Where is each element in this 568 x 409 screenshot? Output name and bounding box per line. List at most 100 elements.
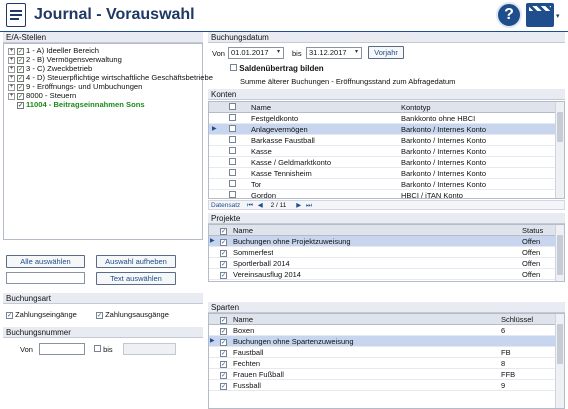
checkbox[interactable]: ✓ <box>17 47 24 55</box>
column-header-name[interactable]: Name <box>251 102 271 113</box>
checkbox[interactable]: ✓ <box>17 65 24 73</box>
expand-icon[interactable]: + <box>8 47 15 55</box>
tree-item[interactable]: + ✓ 2 - B) Vermögensverwaltung <box>8 55 122 64</box>
table-row[interactable]: Kasse Barkonto / Internes Konto <box>209 146 555 157</box>
select-all-button[interactable]: Alle auswählen <box>6 255 85 268</box>
buchungsnummer-bis-checkbox[interactable]: bis <box>94 345 113 354</box>
column-header-name[interactable]: Name <box>233 314 253 325</box>
konten-grid[interactable]: Name Kontotyp Festgeldkonto Bankkonto ohn… <box>208 101 565 199</box>
datum-bis-input[interactable]: 31.12.2017 <box>306 47 362 59</box>
calendar-icon[interactable]: ▾ <box>355 48 358 55</box>
previous-record-icon[interactable]: ◀ <box>258 202 263 209</box>
checkbox[interactable]: ✓ <box>220 339 227 346</box>
zahlungsausgaenge-checkbox[interactable]: ✓ Zahlungsausgänge <box>96 310 169 319</box>
checkbox[interactable] <box>229 125 236 132</box>
checkbox[interactable] <box>94 345 101 352</box>
text-filter-input[interactable] <box>6 272 85 284</box>
checkbox[interactable] <box>229 191 236 198</box>
vorjahr-button[interactable]: Vorjahr <box>368 46 404 59</box>
checkbox[interactable]: ✓ <box>220 328 227 335</box>
checkbox[interactable] <box>229 147 236 154</box>
table-row[interactable]: ✓ Sportlerball 2014 Offen <box>209 258 555 269</box>
column-header-kontotyp[interactable]: Kontotyp <box>401 102 431 113</box>
table-row[interactable]: ✓ Sommerfest Offen <box>209 247 555 258</box>
ea-stellen-tree[interactable]: + ✓ 1 - A) Ideeller Bereich + ✓ 2 - B) Vermö… <box>3 43 213 240</box>
deselect-button[interactable]: Auswahl aufheben <box>96 255 176 268</box>
checkbox[interactable]: ✓ <box>17 101 24 109</box>
table-row[interactable]: ▶ ✓ Buchungen ohne Spartenzuweisung <box>209 336 555 347</box>
header-checkbox[interactable]: ✓ <box>220 225 227 236</box>
buchungsnummer-von-input[interactable] <box>39 343 85 355</box>
zahlungseingaenge-checkbox[interactable]: ✓ Zahlungseingänge <box>6 310 77 319</box>
checkbox[interactable]: ✓ <box>220 383 227 390</box>
checkbox[interactable] <box>229 114 236 121</box>
konten-scrollbar[interactable] <box>555 102 564 198</box>
expand-icon[interactable]: + <box>8 56 15 64</box>
checkbox[interactable]: ✓ <box>17 56 24 64</box>
tree-item[interactable]: ✓ 11004 - Beitragseinnahmen Sons <box>17 100 145 109</box>
header-checkbox[interactable] <box>229 102 236 113</box>
checkbox[interactable]: ✓ <box>220 350 227 357</box>
table-row[interactable]: Tor Barkonto / Internes Konto <box>209 179 555 190</box>
table-row[interactable]: ✓ Faustball FB <box>209 347 555 358</box>
checkbox[interactable] <box>229 180 236 187</box>
select-text-button[interactable]: Text auswählen <box>96 272 176 285</box>
checkbox[interactable] <box>229 136 236 143</box>
table-row[interactable]: ▶ ✓ Buchungen ohne Projektzuweisung Offen <box>209 236 555 247</box>
tree-item[interactable]: + ✓ 8000 - Steuern <box>8 91 76 100</box>
table-row[interactable]: Barkasse Faustball Barkonto / Internes Ko… <box>209 135 555 146</box>
projekte-grid[interactable]: ✓ Name Status ▶ ✓ Buchungen ohne Projektzu… <box>208 224 565 282</box>
checkbox[interactable]: ✓ <box>220 250 227 257</box>
checkbox[interactable]: ✓ <box>220 261 227 268</box>
clapperboard-icon[interactable] <box>526 3 554 27</box>
checkbox[interactable]: ✓ <box>17 92 24 100</box>
saldenuebertrag-checkbox[interactable]: Saldenübertrag bilden <box>230 64 324 73</box>
checkbox[interactable]: ✓ <box>96 312 103 319</box>
buchungsnummer-bis-input <box>123 343 176 355</box>
table-row[interactable]: Kasse Tennisheim Barkonto / Internes Kont… <box>209 168 555 179</box>
checkbox[interactable]: ✓ <box>17 74 24 82</box>
column-header-schluessel[interactable]: Schlüssel <box>501 314 533 325</box>
expand-icon[interactable]: + <box>8 92 15 100</box>
next-record-icon[interactable]: ▶ <box>296 202 301 209</box>
sparten-scrollbar[interactable] <box>555 314 564 408</box>
last-record-icon[interactable]: ⏭ <box>306 202 312 209</box>
tree-item[interactable]: + ✓ 9 - Eröffnungs- und Umbuchungen <box>8 82 142 91</box>
ea-stellen-label: E/A-Stellen <box>3 32 203 43</box>
checkbox[interactable] <box>229 169 236 176</box>
expand-icon[interactable]: + <box>8 65 15 73</box>
expand-icon[interactable]: + <box>8 74 15 82</box>
checkbox[interactable]: ✓ <box>220 239 227 246</box>
chevron-down-icon[interactable]: ▾ <box>556 12 560 20</box>
table-row[interactable]: ✓ Fechten 8 <box>209 358 555 369</box>
tree-item[interactable]: + ✓ 4 - D) Steuerpflichtige wirtschaftlich… <box>8 73 213 82</box>
table-row[interactable]: ✓ Frauen Fußball FFB <box>209 369 555 380</box>
sparten-grid[interactable]: ✓ Name Schlüssel ✓ Boxen 6 ▶ ✓ Buchungen ohn… <box>208 313 565 409</box>
checkbox[interactable]: ✓ <box>6 312 13 319</box>
tree-item[interactable]: + ✓ 3 - C) Zweckbetrieb <box>8 64 92 73</box>
table-row[interactable]: Kasse / Geldmarktkonto Barkonto / Interne… <box>209 157 555 168</box>
checkbox[interactable] <box>229 158 236 165</box>
column-header-status[interactable]: Status <box>522 225 543 236</box>
datum-bis-label: bis <box>292 49 302 58</box>
table-row[interactable]: Festgeldkonto Bankkonto ohne HBCI <box>209 113 555 124</box>
checkbox[interactable] <box>230 64 237 71</box>
table-row[interactable]: ✓ Boxen 6 <box>209 325 555 336</box>
projekte-scrollbar[interactable] <box>555 225 564 281</box>
tree-item[interactable]: + ✓ 1 - A) Ideeller Bereich <box>8 46 99 55</box>
datum-von-input[interactable]: 01.01.2017 <box>228 47 284 59</box>
table-row[interactable]: ✓ Vereinsausflug 2014 Offen <box>209 269 555 280</box>
checkbox[interactable]: ✓ <box>220 361 227 368</box>
table-row[interactable]: ✓ Fussball 9 <box>209 380 555 391</box>
column-header-name[interactable]: Name <box>233 225 253 236</box>
checkbox[interactable]: ✓ <box>220 372 227 379</box>
checkbox[interactable]: ✓ <box>17 83 24 91</box>
header-checkbox[interactable]: ✓ <box>220 314 227 325</box>
table-row[interactable]: ▶ Anlagevermögen Barkonto / Internes Konto <box>209 124 555 135</box>
question-mark-icon[interactable]: ? <box>496 2 522 28</box>
first-record-icon[interactable]: ⏮ <box>247 202 253 209</box>
expand-icon[interactable]: + <box>8 83 15 91</box>
table-row[interactable]: Gordon HBCI / iTAN Konto <box>209 190 555 198</box>
calendar-icon[interactable]: ▾ <box>277 48 280 55</box>
checkbox[interactable]: ✓ <box>220 272 227 279</box>
